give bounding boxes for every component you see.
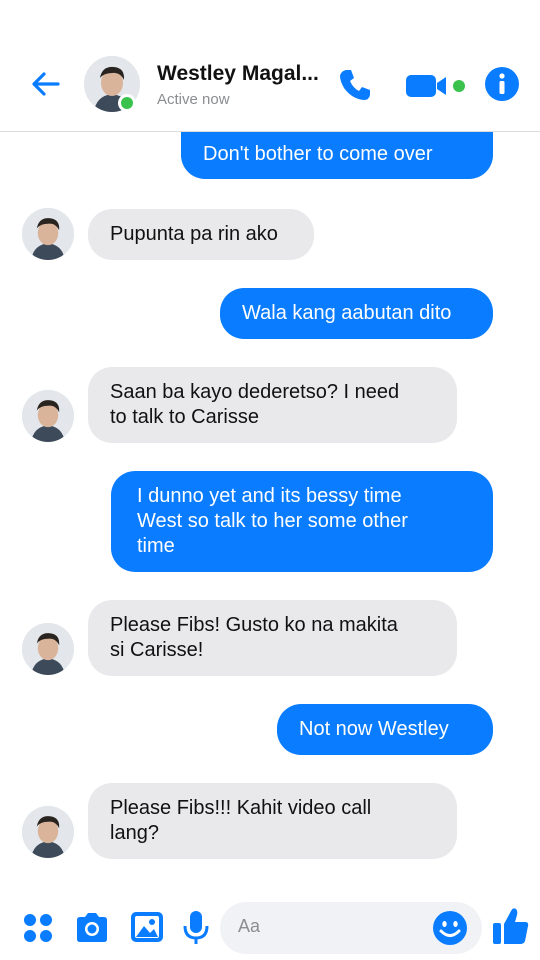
- message-bubble-incoming[interactable]: Please Fibs! Gusto ko na makita si Caris…: [88, 600, 457, 676]
- message-composer: Aa: [0, 884, 540, 960]
- message-input[interactable]: Aa: [220, 902, 482, 954]
- message-text: Please Fibs! Gusto ko na makita si Caris…: [110, 613, 398, 663]
- online-status-dot: [118, 94, 136, 112]
- message-input-placeholder: Aa: [238, 916, 261, 936]
- apps-grid-icon[interactable]: [22, 912, 54, 944]
- contact-name[interactable]: Westley Magal...: [157, 62, 319, 86]
- message-text: Please Fibs!!! Kahit video call lang?: [110, 796, 371, 846]
- message-bubble-incoming[interactable]: Please Fibs!!! Kahit video call lang?: [88, 783, 457, 859]
- message-line: Please Fibs! Gusto ko na makita: [110, 614, 398, 636]
- message-line: to talk to Carisse: [110, 406, 259, 428]
- message-bubble-outgoing[interactable]: I dunno yet and its bessy time West so t…: [111, 471, 493, 572]
- message-line: Please Fibs!!! Kahit video call: [110, 797, 372, 819]
- conversation-header: Westley Magal... Active now: [0, 0, 540, 132]
- message-bubble-outgoing[interactable]: Not now Westley: [277, 704, 493, 755]
- message-text: Not now Westley: [299, 718, 449, 740]
- message-text: Wala kang aabutan dito: [242, 302, 452, 324]
- contact-status: Active now: [157, 91, 230, 108]
- message-bubble-outgoing[interactable]: Don't bother to come over: [181, 132, 493, 179]
- sender-avatar[interactable]: [22, 208, 74, 260]
- message-text: Don't bother to come over: [203, 143, 433, 165]
- image-icon[interactable]: [130, 910, 164, 944]
- microphone-icon[interactable]: [182, 910, 210, 946]
- thumbs-up-icon[interactable]: [492, 906, 530, 946]
- sender-avatar[interactable]: [22, 806, 74, 858]
- message-line: West so talk to her some other: [137, 510, 408, 532]
- back-arrow-icon[interactable]: [28, 66, 64, 102]
- phone-icon[interactable]: [336, 66, 374, 104]
- camera-icon[interactable]: [74, 910, 110, 946]
- message-text: Pupunta pa rin ako: [110, 223, 278, 245]
- message-bubble-incoming[interactable]: Pupunta pa rin ako: [88, 209, 314, 260]
- message-bubble-incoming[interactable]: Saan ba kayo dederetso? I need to talk t…: [88, 367, 457, 443]
- emoji-icon[interactable]: [432, 910, 468, 946]
- message-line: Saan ba kayo dederetso? I need: [110, 381, 400, 403]
- sender-avatar[interactable]: [22, 390, 74, 442]
- video-camera-icon[interactable]: [406, 70, 470, 102]
- info-icon[interactable]: [484, 66, 520, 102]
- sender-avatar[interactable]: [22, 623, 74, 675]
- message-line: si Carisse!: [110, 639, 204, 661]
- message-bubble-outgoing[interactable]: Wala kang aabutan dito: [220, 288, 493, 339]
- message-text: Saan ba kayo dederetso? I need to talk t…: [110, 380, 399, 430]
- message-line: time: [137, 535, 175, 557]
- message-line: lang?: [110, 822, 159, 844]
- message-text: I dunno yet and its bessy time West so t…: [137, 484, 408, 559]
- message-line: I dunno yet and its bessy time: [137, 485, 402, 507]
- message-list[interactable]: Don't bother to come over Pupunta pa rin…: [0, 132, 540, 884]
